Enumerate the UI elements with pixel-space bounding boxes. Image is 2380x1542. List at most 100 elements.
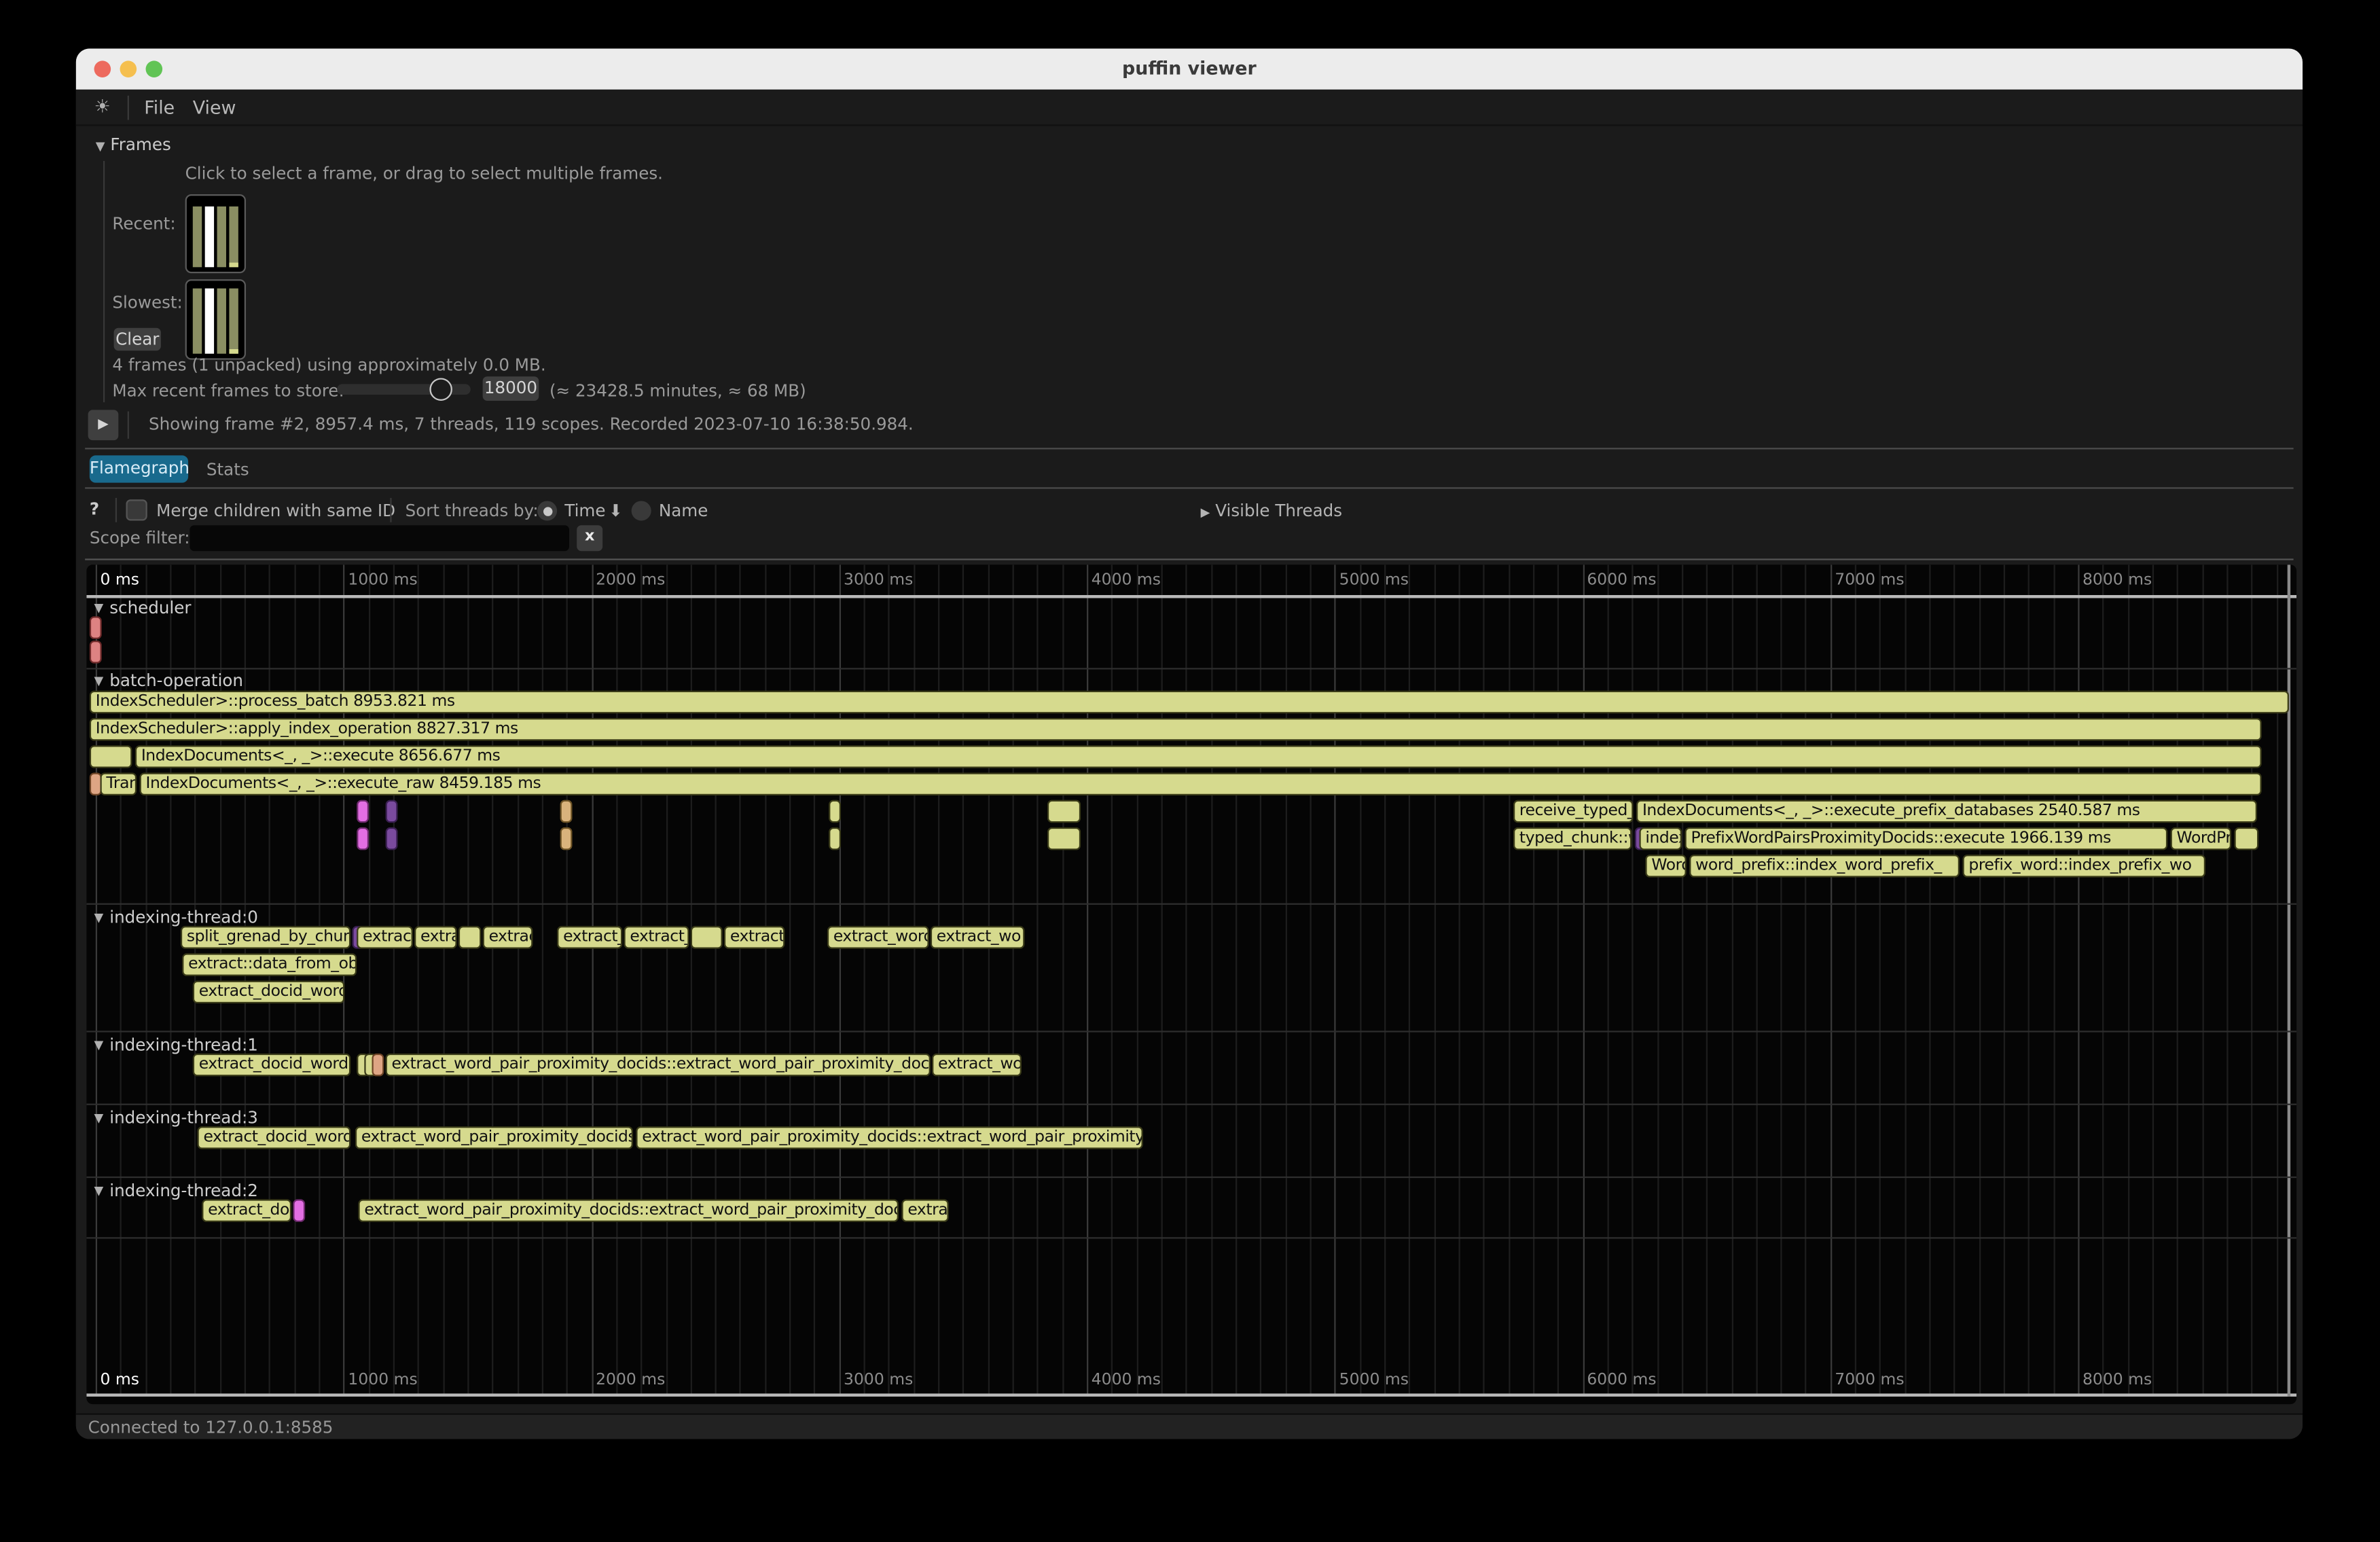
frame-bar[interactable]	[229, 289, 238, 354]
scope-bar[interactable]: Trans	[100, 772, 137, 795]
scope-bar[interactable]: extrac	[483, 926, 533, 949]
thread-section-header-batch-operation[interactable]: ▼batch-operation	[94, 671, 243, 691]
scope-bar[interactable]	[1047, 827, 1081, 850]
separator	[390, 498, 391, 522]
scope-bar[interactable]	[1047, 800, 1081, 823]
gridline	[914, 564, 915, 1397]
scope-bar[interactable]	[829, 827, 841, 850]
collapse-triangle-icon: ▼	[94, 1039, 104, 1052]
scope-bar[interactable]: extract_wo	[931, 926, 1025, 949]
slowest-frames-thumbnail[interactable]	[185, 279, 246, 359]
scope-bar[interactable]: WordPr	[2171, 827, 2231, 850]
gridline	[666, 564, 667, 1397]
scope-bar[interactable]: extract_word_pair_proximity_docids::extr…	[636, 1126, 1142, 1149]
scope-bar[interactable]	[357, 827, 369, 850]
scope-bar[interactable]	[357, 800, 369, 823]
frames-section-header[interactable]: ▼ Frames	[96, 135, 171, 155]
scope-bar[interactable]	[372, 1054, 384, 1077]
title-bar[interactable]: puffin viewer	[76, 49, 2303, 90]
scope-bar[interactable]	[2234, 827, 2258, 850]
scope-bar[interactable]: IndexScheduler>::apply_index_operation 8…	[90, 718, 2262, 741]
gridline	[1756, 564, 1757, 1397]
recent-frames-thumbnail[interactable]	[185, 194, 246, 273]
scope-bar[interactable]: extract_doc	[202, 1199, 291, 1222]
scope-filter-clear-button[interactable]: x	[577, 525, 602, 551]
frame-bar[interactable]	[217, 289, 226, 354]
frame-bar[interactable]	[193, 207, 202, 267]
play-button[interactable]: ▶	[88, 410, 119, 440]
scope-bar[interactable]: extract_wo	[932, 1054, 1022, 1077]
thread-section-header-indexing-thread:1[interactable]: ▼indexing-thread:1	[94, 1035, 258, 1055]
scope-bar[interactable]: IndexDocuments<_, _>::execute_prefix_dat…	[1636, 800, 2257, 823]
frame-bar[interactable]	[229, 207, 238, 267]
scope-bar[interactable]	[560, 827, 573, 850]
thread-section-header-indexing-thread:3[interactable]: ▼indexing-thread:3	[94, 1108, 258, 1128]
scope-bar[interactable]: IndexDocuments<_, _>::execute_raw 8459.1…	[140, 772, 2262, 795]
thread-section-label: scheduler	[109, 598, 191, 617]
scope-bar[interactable]: IndexScheduler>::process_batch 8953.821 …	[90, 691, 2289, 714]
clear-frames-button[interactable]: Clear	[114, 328, 161, 351]
scope-bar[interactable]	[293, 1199, 305, 1222]
scope-bar[interactable]: extract_word	[827, 926, 929, 949]
thread-section-header-scheduler[interactable]: ▼scheduler	[94, 598, 192, 617]
scope-bar[interactable]	[560, 800, 573, 823]
scope-bar[interactable]: PrefixWordPairsProximityDocids::execute …	[1685, 827, 2168, 850]
scope-bar[interactable]: extract_word_pair_proximity_docids	[355, 1126, 633, 1149]
frame-bar-selected[interactable]	[205, 207, 214, 267]
theme-toggle-icon[interactable]: ☀	[94, 96, 111, 117]
help-button[interactable]: ?	[90, 499, 99, 519]
gridline	[1607, 564, 1608, 1397]
scope-bar[interactable]: extrac	[901, 1199, 948, 1222]
menu-file[interactable]: File	[144, 97, 175, 118]
indent-guide	[103, 161, 105, 402]
gridline	[690, 564, 691, 1397]
flamegraph-canvas[interactable]: 0 ms0 ms1000 ms1000 ms2000 ms2000 ms3000…	[86, 564, 2296, 1404]
scope-bar[interactable]: extract_	[624, 926, 689, 949]
scope-bar[interactable]: receive_typed_	[1513, 800, 1634, 823]
scope-bar[interactable]	[90, 616, 102, 639]
scope-bar[interactable]: word_prefix::index_word_prefix_	[1689, 855, 1960, 878]
scope-bar[interactable]	[386, 827, 398, 850]
scope-bar[interactable]: extract::data_from_ob	[182, 953, 357, 976]
scope-bar[interactable]: extract_docid_word	[198, 1126, 351, 1149]
merge-children-checkbox[interactable]	[126, 499, 147, 520]
scope-bar[interactable]: Word	[1645, 855, 1686, 878]
scope-bar[interactable]: extract_	[557, 926, 622, 949]
scope-bar[interactable]: extra	[414, 926, 457, 949]
scope-bar[interactable]: index	[1639, 827, 1682, 850]
ruler-tick-label-bottom: 7000 ms	[1835, 1371, 1904, 1389]
tab-stats[interactable]: Stats	[206, 460, 249, 480]
thread-section-header-indexing-thread:2[interactable]: ▼indexing-thread:2	[94, 1181, 258, 1201]
scope-bar[interactable]	[386, 800, 398, 823]
scope-bar[interactable]: prefix_word::index_prefix_wo	[1962, 855, 2205, 878]
max-frames-value[interactable]: 18000	[483, 376, 539, 401]
thread-section-header-indexing-thread:0[interactable]: ▼indexing-thread:0	[94, 908, 258, 927]
visible-threads-toggle[interactable]: ▶ Visible Threads	[1201, 501, 1342, 520]
scope-bar[interactable]	[458, 926, 482, 949]
scope-bar[interactable]: extract	[724, 926, 785, 949]
scope-bar[interactable]	[90, 641, 102, 664]
frame-bar-selected[interactable]	[205, 289, 214, 354]
scope-bar[interactable]: extract	[357, 926, 413, 949]
sort-time-radio[interactable]	[537, 501, 557, 520]
menu-view[interactable]: View	[193, 97, 236, 118]
sort-direction-arrow-icon[interactable]: ⬇	[609, 501, 623, 520]
sort-name-radio[interactable]	[632, 501, 651, 520]
frame-bar[interactable]	[217, 207, 226, 267]
tab-flamegraph[interactable]: Flamegraph	[90, 455, 188, 482]
scope-bar[interactable]: typed_chunk::w	[1513, 827, 1631, 850]
gridline	[1285, 564, 1286, 1397]
gridline	[1979, 564, 1980, 1397]
max-frames-slider-knob[interactable]	[429, 378, 452, 401]
scope-bar[interactable]	[90, 745, 132, 768]
scope-bar[interactable]: IndexDocuments<_, _>::execute 8656.677 m…	[135, 745, 2262, 768]
scope-bar[interactable]: extract_word_pair_proximity_docids::extr…	[386, 1054, 931, 1077]
frame-bar[interactable]	[193, 289, 202, 354]
scope-bar[interactable]: extract_docid_word	[193, 1054, 350, 1077]
scope-bar[interactable]	[829, 800, 841, 823]
scope-bar[interactable]	[691, 926, 723, 949]
scope-bar[interactable]: extract_docid_word	[193, 981, 344, 1004]
scope-bar[interactable]: extract_word_pair_proximity_docids::extr…	[358, 1199, 899, 1222]
scope-filter-input[interactable]	[190, 525, 569, 551]
scope-bar[interactable]: split_grenad_by_chun	[181, 926, 350, 949]
